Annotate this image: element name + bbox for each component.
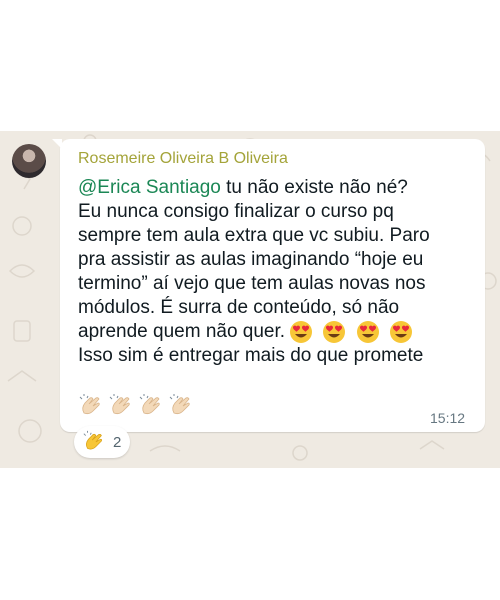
- clapping-hands-icon: [109, 394, 130, 415]
- message-line-1: @Erica Santiago tu não existe não né?: [78, 176, 478, 200]
- heart-eyes-emoji-icon: [356, 321, 379, 343]
- clapping-hands-icon: [79, 394, 100, 415]
- message-timestamp: 15:12: [430, 410, 466, 426]
- message-text: @Erica Santiago tu não existe não né? Eu…: [78, 176, 478, 368]
- heart-eyes-emoji-row: [289, 320, 417, 344]
- message-line-2: Eu nunca consigo finalizar o curso pq: [78, 201, 394, 222]
- bubble-tail: [52, 139, 62, 149]
- clap-emoji-row: [78, 393, 194, 419]
- message-line-4: pra assistir as aulas imaginando “hoje e…: [78, 249, 424, 270]
- heart-eyes-emoji-icon: [389, 321, 412, 343]
- clapping-hands-reaction-icon: [83, 430, 103, 450]
- sender-avatar[interactable]: [12, 144, 46, 178]
- clapping-hands-icon: [169, 394, 190, 415]
- mention-link[interactable]: @Erica Santiago: [78, 177, 221, 198]
- message-line-5: termino” aí vejo que tem aulas novas nos: [78, 273, 426, 294]
- heart-eyes-emoji-icon: [323, 321, 346, 343]
- clapping-hands-icon: [139, 394, 160, 415]
- reaction-count: 2: [113, 433, 122, 451]
- message-line-6: módulos. É surra de conteúdo, só não: [78, 297, 400, 318]
- sender-name[interactable]: Rosemeire Oliveira B Oliveira: [78, 150, 288, 168]
- message-line-7-text: aprende quem não quer.: [78, 321, 286, 343]
- message-line-8: Isso sim é entregar mais do que promete: [78, 345, 424, 366]
- reaction-pill[interactable]: 2: [74, 426, 130, 458]
- heart-eyes-emoji-icon: [290, 321, 313, 343]
- message-line-7: aprende quem não quer.: [78, 320, 478, 344]
- message-line-1-text: tu não existe não né?: [220, 177, 408, 198]
- message-line-3: sempre tem aula extra que vc subiu. Paro: [78, 225, 430, 246]
